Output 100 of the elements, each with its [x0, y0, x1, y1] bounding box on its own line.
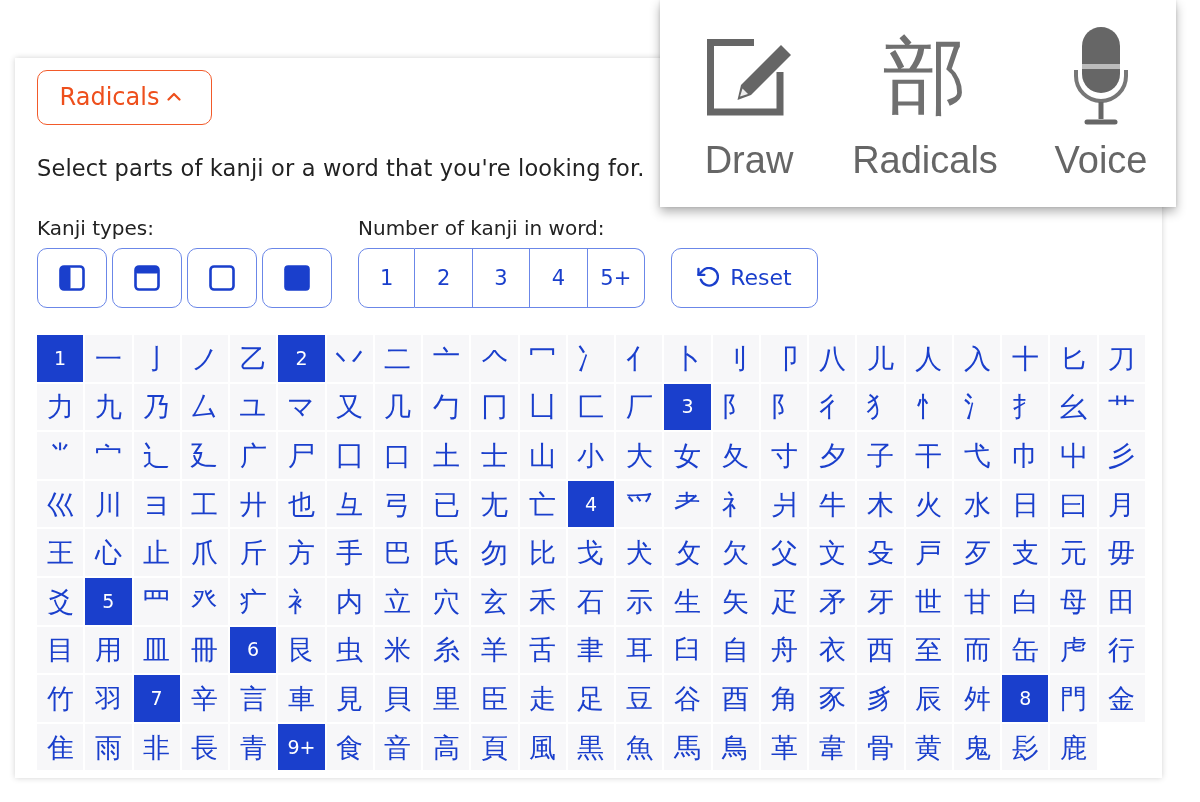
- radical-button[interactable]: 夕: [809, 432, 856, 479]
- radical-button[interactable]: 尸: [278, 432, 325, 479]
- radical-button[interactable]: 鳥: [712, 723, 759, 771]
- radical-button[interactable]: 自: [712, 626, 759, 674]
- radical-button[interactable]: 也: [278, 480, 325, 528]
- radical-button[interactable]: 立: [374, 577, 422, 625]
- input-mode-button[interactable]: Voice: [1026, 26, 1176, 180]
- radical-button[interactable]: 女: [664, 432, 711, 479]
- radical-button[interactable]: 水: [953, 480, 1001, 528]
- radical-button[interactable]: 衣: [809, 626, 856, 674]
- radicals-toggle-button[interactable]: Radicals: [37, 70, 212, 125]
- radical-button[interactable]: 辶: [133, 432, 180, 479]
- radical-button[interactable]: 囗: [326, 432, 373, 479]
- radical-button[interactable]: 黒: [567, 723, 615, 771]
- radical-button[interactable]: 而: [953, 626, 1001, 674]
- radical-button[interactable]: 耳: [616, 626, 663, 674]
- radical-button[interactable]: 亻: [616, 335, 663, 382]
- radical-button[interactable]: 臼: [664, 626, 711, 674]
- radical-button[interactable]: 鹿: [1050, 723, 1097, 771]
- radical-button[interactable]: 支: [1002, 529, 1049, 576]
- radical-button[interactable]: 高: [423, 723, 470, 771]
- radical-button[interactable]: 隹: [37, 723, 84, 771]
- radical-button[interactable]: 走: [519, 675, 566, 722]
- radical-button[interactable]: 匚: [567, 383, 615, 431]
- radical-button[interactable]: 几: [374, 383, 422, 431]
- radical-button[interactable]: 金: [1098, 675, 1145, 722]
- radical-button[interactable]: 止: [133, 529, 180, 576]
- radical-button[interactable]: 入: [953, 335, 1001, 382]
- radical-button[interactable]: 元: [1050, 529, 1097, 576]
- radical-button[interactable]: 母: [1050, 577, 1097, 625]
- radical-button[interactable]: 亡: [519, 480, 566, 528]
- radical-button[interactable]: 广: [230, 432, 277, 479]
- radical-button[interactable]: 鬼: [953, 723, 1001, 771]
- radical-button[interactable]: 音: [374, 723, 422, 771]
- radical-button[interactable]: 青: [230, 723, 277, 771]
- radical-button[interactable]: 氵: [953, 383, 1001, 431]
- radical-button[interactable]: 行: [1098, 626, 1145, 674]
- radical-button[interactable]: 十: [1002, 335, 1049, 382]
- radical-button[interactable]: 刀: [1098, 335, 1145, 382]
- radical-button[interactable]: 月: [1098, 480, 1145, 528]
- radical-button[interactable]: 辰: [905, 675, 952, 722]
- radical-button[interactable]: 方: [278, 529, 325, 576]
- radical-button[interactable]: 骨: [857, 723, 904, 771]
- radical-button[interactable]: 冂: [471, 383, 518, 431]
- radical-button[interactable]: 士: [471, 432, 518, 479]
- radical-button[interactable]: 皿: [133, 626, 180, 674]
- radical-button[interactable]: 門: [1050, 675, 1097, 722]
- radical-button[interactable]: 耂: [664, 480, 711, 528]
- radical-button[interactable]: 戈: [567, 529, 615, 576]
- radical-button[interactable]: 屮: [1050, 432, 1097, 479]
- radical-button[interactable]: 風: [519, 723, 566, 771]
- kanji-count-button[interactable]: 3: [472, 248, 531, 308]
- radical-button[interactable]: 酉: [712, 675, 759, 722]
- radical-button[interactable]: 土: [423, 432, 470, 479]
- radical-button[interactable]: 夂: [712, 432, 759, 479]
- radical-button[interactable]: 疋: [760, 577, 808, 625]
- radical-button[interactable]: 心: [85, 529, 132, 576]
- radical-button[interactable]: 谷: [664, 675, 711, 722]
- radical-button[interactable]: 弋: [953, 432, 1001, 479]
- radical-button[interactable]: 矛: [809, 577, 856, 625]
- radical-button[interactable]: 大: [616, 432, 663, 479]
- reset-button[interactable]: Reset: [670, 248, 818, 308]
- radical-button[interactable]: ⺌: [37, 432, 84, 479]
- radical-button[interactable]: 臣: [471, 675, 518, 722]
- radical-button[interactable]: 内: [326, 577, 373, 625]
- radical-button[interactable]: 山: [519, 432, 566, 479]
- input-mode-button[interactable]: Draw: [674, 26, 824, 180]
- radical-button[interactable]: 已: [423, 480, 470, 528]
- radical-button[interactable]: 九: [85, 383, 132, 431]
- radical-button[interactable]: 舌: [519, 626, 566, 674]
- radical-button[interactable]: 豕: [809, 675, 856, 722]
- kanji-count-button[interactable]: 2: [415, 248, 473, 308]
- radical-button[interactable]: 扌: [1002, 383, 1049, 431]
- radical-button[interactable]: 礻: [712, 480, 759, 528]
- radical-button[interactable]: 罒: [133, 577, 180, 625]
- radical-button[interactable]: 力: [37, 383, 84, 431]
- radical-button[interactable]: 冖: [519, 335, 566, 382]
- radical-button[interactable]: 一: [85, 335, 132, 382]
- radical-button[interactable]: 爿: [760, 480, 808, 528]
- radical-button[interactable]: 冊: [181, 626, 229, 674]
- radical-button[interactable]: 弓: [374, 480, 422, 528]
- radical-button[interactable]: 缶: [1002, 626, 1049, 674]
- radical-button[interactable]: 非: [133, 723, 180, 771]
- radical-button[interactable]: 廾: [230, 480, 277, 528]
- radical-button[interactable]: 戸: [905, 529, 952, 576]
- radical-button[interactable]: 豆: [616, 675, 663, 722]
- radical-button[interactable]: 髟: [1002, 723, 1049, 771]
- radical-button[interactable]: 馬: [664, 723, 711, 771]
- radical-button[interactable]: 亅: [133, 335, 180, 382]
- radical-button[interactable]: 歹: [953, 529, 1001, 576]
- radical-button[interactable]: 日: [1002, 480, 1049, 528]
- radical-button[interactable]: 白: [1002, 577, 1049, 625]
- radical-button[interactable]: 乙: [230, 335, 277, 382]
- radical-button[interactable]: 艮: [278, 626, 325, 674]
- radical-button[interactable]: 阝: [760, 383, 808, 431]
- radical-button[interactable]: 丷: [326, 335, 373, 382]
- radical-button[interactable]: 巴: [374, 529, 422, 576]
- radical-button[interactable]: 犭: [857, 383, 904, 431]
- radical-button[interactable]: 雨: [85, 723, 132, 771]
- radical-button[interactable]: 長: [181, 723, 229, 771]
